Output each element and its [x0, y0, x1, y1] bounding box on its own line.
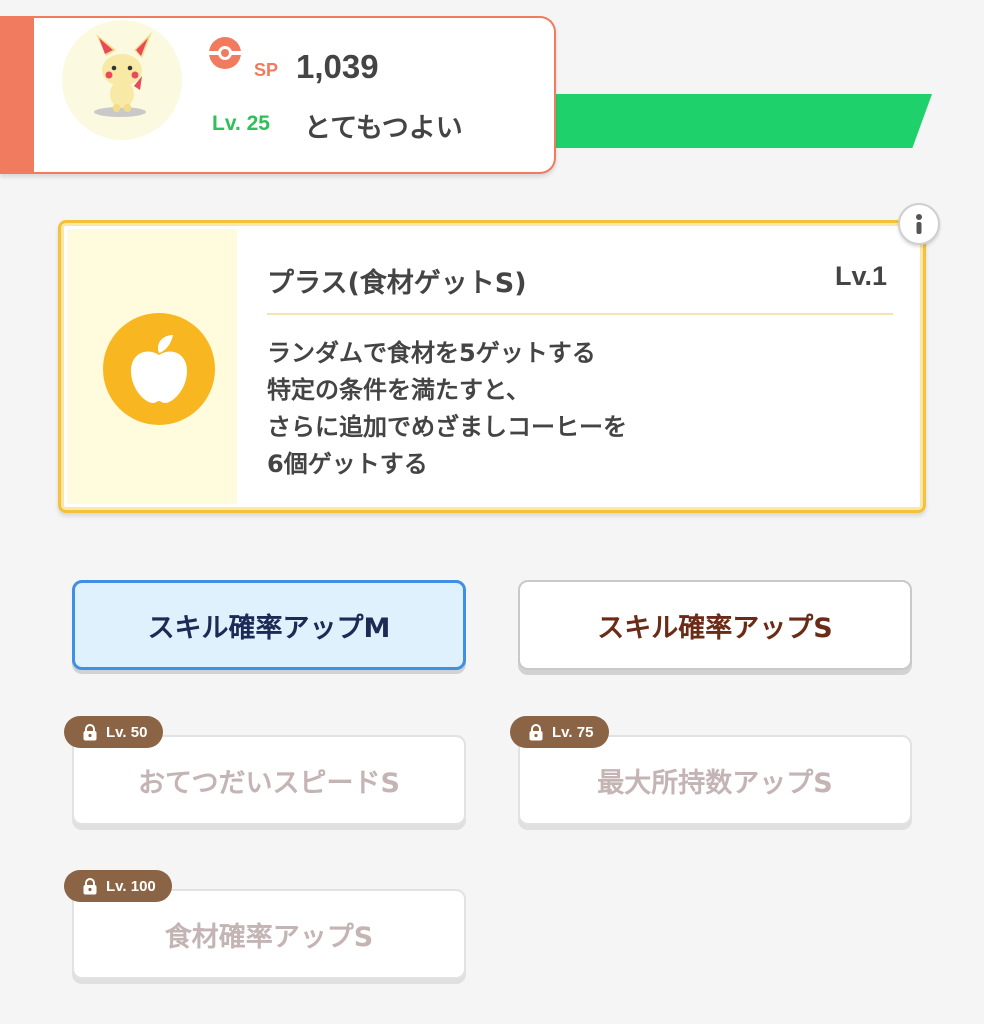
skill-level: Lv.1 — [834, 261, 887, 291]
sub-skill-button-1[interactable]: スキル確率アップM — [72, 580, 466, 670]
skill-description-line: 特定の条件を満たすと、 — [267, 376, 531, 404]
unlock-level-badge: Lv. 75 — [510, 716, 610, 748]
skill-description-line: さらに追加でめざましコーヒーを — [267, 413, 627, 441]
unlock-level-label: Lv. 50 — [106, 723, 148, 741]
apple-icon — [103, 313, 215, 425]
plusle-pokemon-icon — [94, 32, 152, 117]
unlock-level-label: Lv. 100 — [106, 877, 156, 895]
sub-skill-button-3[interactable]: おてつだいスピードS — [72, 735, 466, 825]
sub-skill-button-5[interactable]: 食材確率アップS — [72, 889, 466, 979]
skill-description: ランダムで食材を5ゲットする 特定の条件を満たすと、 さらに追加でめざましコーヒ… — [267, 335, 887, 483]
info-icon — [916, 214, 922, 234]
sub-skill-button-4[interactable]: 最大所持数アップS — [518, 735, 912, 825]
header-accent-strip — [0, 18, 34, 172]
lock-icon — [83, 877, 97, 894]
sp-label: SP — [254, 60, 279, 80]
main-skill-card[interactable]: プラス(食材ゲットS) Lv.1 ランダムで食材を5ゲットする 特定の条件を満た… — [58, 220, 926, 513]
skill-description-line: ランダムで食材を5ゲットする — [267, 339, 596, 367]
unlock-level-badge: Lv. 100 — [64, 870, 172, 902]
pokemon-avatar — [62, 20, 182, 140]
lock-icon — [83, 723, 97, 740]
unlock-level-badge: Lv. 50 — [64, 716, 164, 748]
lock-icon — [529, 723, 543, 740]
pokemon-level: Lv. 25 — [212, 112, 270, 135]
skill-description-line: 6個ゲットする — [267, 450, 428, 478]
divider — [267, 313, 893, 315]
progress-bar — [540, 94, 932, 148]
info-button[interactable] — [898, 203, 940, 245]
sub-skill-button-2[interactable]: スキル確率アップS — [518, 580, 912, 670]
skill-icon-panel — [67, 229, 237, 504]
sp-value: 1,039 — [296, 48, 379, 85]
unlock-level-label: Lv. 75 — [552, 723, 594, 741]
pokeball-icon — [208, 36, 242, 70]
skill-title: プラス(食材ゲットS) — [267, 268, 527, 299]
nature-label: とてもつよい — [304, 113, 463, 144]
